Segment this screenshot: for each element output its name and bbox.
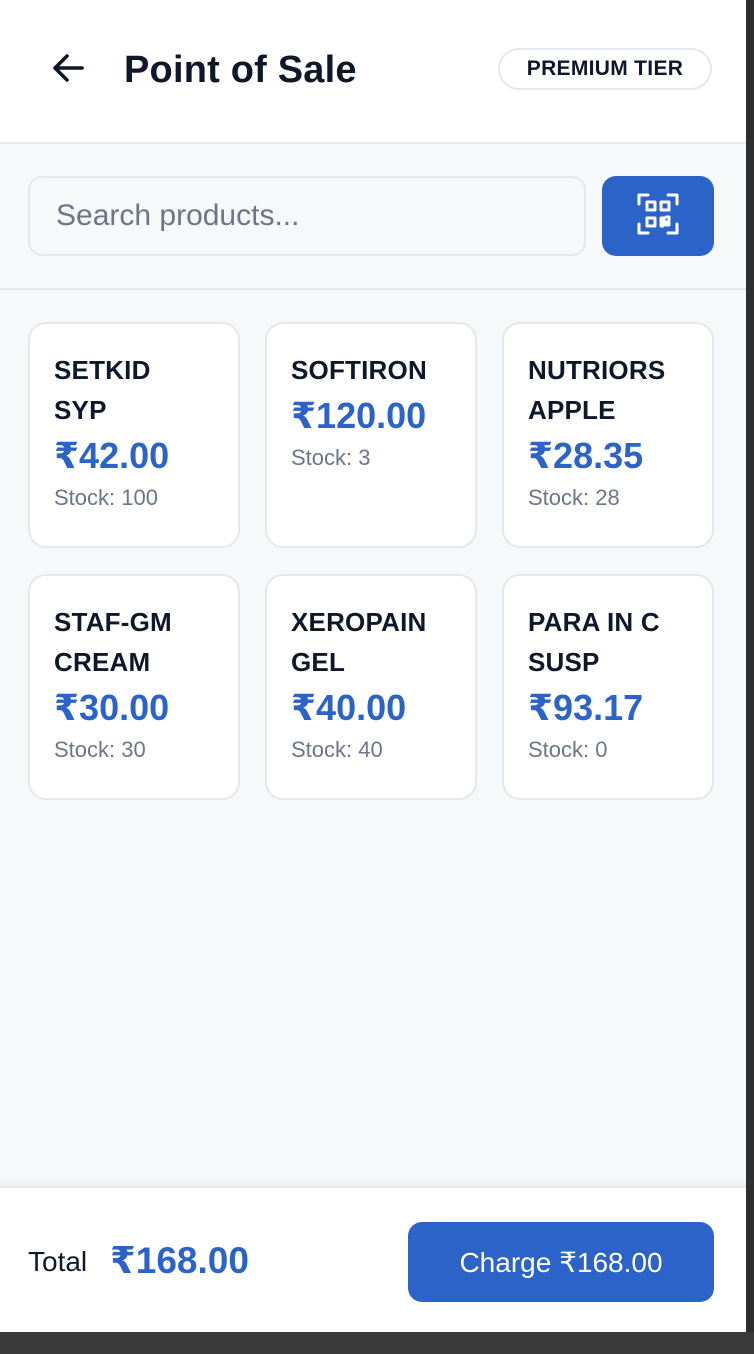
product-stock: Stock: 40 [291, 737, 383, 762]
product-grid: SETKID SYP ₹42.00 Stock: 100 SOFTIRON ₹1… [28, 322, 714, 800]
product-price: ₹28.35 [528, 435, 644, 476]
product-stock: Stock: 3 [291, 445, 371, 470]
product-name-line: NUTRIORS [528, 355, 666, 385]
window-edge [746, 0, 754, 1332]
back-button[interactable] [44, 46, 92, 94]
qr-scan-icon [636, 192, 680, 241]
product-name-line: STAF-GM [54, 607, 172, 637]
pos-screen: Point of Sale PREMIUM TIER Search produc… [0, 0, 746, 1332]
product-name-line: PARA IN C [528, 607, 660, 637]
product-name-line: APPLE [528, 395, 616, 425]
product-name-line: SYP [54, 395, 107, 425]
search-bar [0, 144, 746, 290]
product-name: PARA IN C SUSP [528, 602, 688, 682]
product-name-line: SOFTIRON [291, 355, 427, 385]
product-card[interactable]: XEROPAIN GEL ₹40.00 Stock: 40 [265, 574, 477, 800]
product-stock: Stock: 30 [54, 737, 146, 762]
product-stock: Stock: 28 [528, 485, 620, 510]
product-name: NUTRIORS APPLE [528, 350, 688, 430]
checkout-bar: Total ₹168.00 Charge ₹168.00 [0, 1186, 746, 1332]
top-bar: Point of Sale PREMIUM TIER [0, 0, 746, 144]
total-value: ₹168.00 [110, 1240, 249, 1281]
product-name: XEROPAIN GEL [291, 602, 451, 682]
product-price: ₹40.00 [291, 687, 407, 728]
page-title: Point of Sale [124, 49, 357, 91]
product-name-line: SUSP [528, 647, 600, 677]
product-name-line: SETKID [54, 355, 151, 385]
window-edge [0, 1332, 754, 1354]
product-stock: Stock: 0 [528, 737, 608, 762]
product-card[interactable]: SETKID SYP ₹42.00 Stock: 100 [28, 322, 240, 548]
search-input[interactable] [28, 176, 586, 256]
product-card[interactable]: NUTRIORS APPLE ₹28.35 Stock: 28 [502, 322, 714, 548]
product-price: ₹30.00 [54, 687, 170, 728]
product-price: ₹42.00 [54, 435, 170, 476]
product-name: SETKID SYP [54, 350, 214, 430]
product-name-line: CREAM [54, 647, 151, 677]
product-stock: Stock: 100 [54, 485, 158, 510]
product-card[interactable]: SOFTIRON ₹120.00 Stock: 3 [265, 322, 477, 548]
product-name-line: GEL [291, 647, 346, 677]
product-name-line: XEROPAIN [291, 607, 427, 637]
product-price: ₹93.17 [528, 687, 644, 728]
product-name: STAF-GM CREAM [54, 602, 214, 682]
arrow-left-icon [48, 48, 88, 93]
total-label: Total [28, 1246, 88, 1277]
tier-badge: PREMIUM TIER [498, 48, 712, 90]
product-card[interactable]: STAF-GM CREAM ₹30.00 Stock: 30 [28, 574, 240, 800]
product-price: ₹120.00 [291, 395, 427, 436]
scan-button[interactable] [602, 176, 714, 256]
product-name: SOFTIRON [291, 350, 451, 390]
charge-button[interactable]: Charge ₹168.00 [408, 1222, 714, 1302]
product-card[interactable]: PARA IN C SUSP ₹93.17 Stock: 0 [502, 574, 714, 800]
